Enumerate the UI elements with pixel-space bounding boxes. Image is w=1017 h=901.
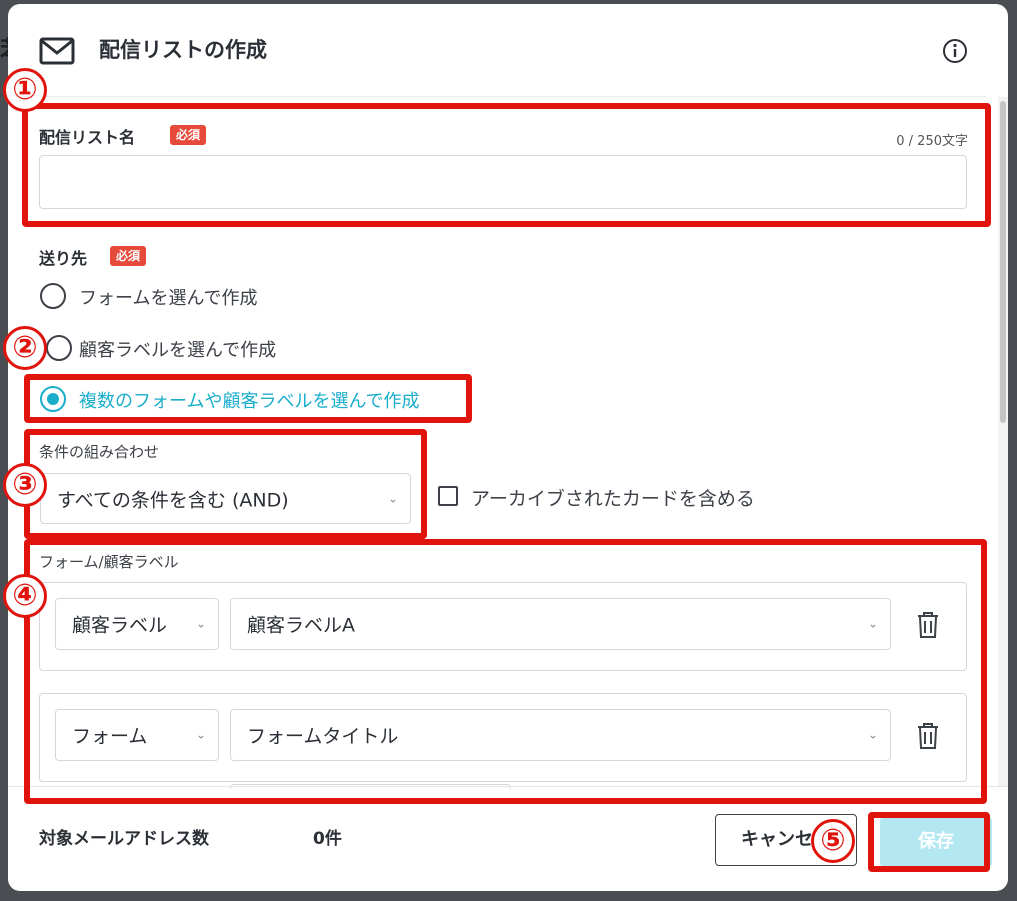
radio-customer-label[interactable] <box>46 335 72 361</box>
target-count-value: 0件 <box>313 829 342 849</box>
annotation-number-5: ⑤ <box>811 819 855 863</box>
mail-icon <box>39 37 75 65</box>
annotation-box-1 <box>22 103 991 227</box>
required-badge: 必須 <box>110 246 147 266</box>
radio-customer-label-label[interactable]: 顧客ラベルを選んで作成 <box>79 336 276 362</box>
target-count-label: 対象メールアドレス数 <box>39 829 209 849</box>
header-divider <box>30 96 986 97</box>
destination-label: 送り先 <box>39 249 88 268</box>
scrollbar-thumb[interactable] <box>1000 101 1006 423</box>
archive-checkbox[interactable] <box>438 486 458 506</box>
annotation-box-5 <box>868 812 990 872</box>
dialog-title: 配信リストの作成 <box>99 38 267 62</box>
annotation-number-2: ② <box>3 326 47 370</box>
annotation-box-4 <box>24 539 987 804</box>
radio-form[interactable] <box>40 283 66 309</box>
annotation-box-2 <box>24 374 472 423</box>
annotation-box-3 <box>24 429 427 539</box>
info-icon[interactable] <box>942 38 968 64</box>
annotation-number-1: ① <box>3 68 47 112</box>
annotation-number-3: ③ <box>3 463 47 507</box>
archive-checkbox-label[interactable]: アーカイブされたカードを含める <box>471 484 755 511</box>
radio-form-label[interactable]: フォームを選んで作成 <box>79 284 258 310</box>
annotation-number-4: ④ <box>3 574 47 618</box>
